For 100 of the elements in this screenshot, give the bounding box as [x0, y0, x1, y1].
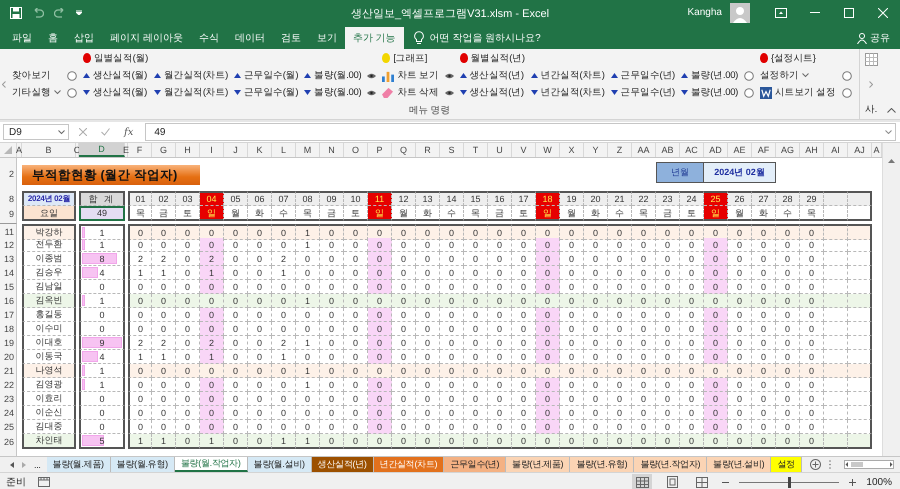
zoom-thumb[interactable] — [788, 476, 792, 488]
caret-icon[interactable] — [54, 90, 61, 95]
row-header[interactable] — [0, 221, 17, 224]
collapse-ribbon-icon[interactable] — [886, 108, 896, 113]
ribbon-button[interactable]: 월간실적(차트) — [164, 86, 228, 99]
row-header[interactable]: 21 — [0, 364, 17, 378]
column-header[interactable]: Q — [392, 143, 416, 157]
close-icon[interactable] — [878, 8, 888, 18]
ribbon-button[interactable]: 생산실적(년) — [470, 69, 524, 82]
maximize-icon[interactable] — [844, 8, 854, 18]
horizontal-scrollbar[interactable] — [844, 460, 894, 469]
ribbon-tab[interactable]: 검토 — [272, 27, 309, 49]
check-icon[interactable] — [101, 128, 110, 136]
ribbon-tab[interactable]: 추가 기능 — [344, 27, 404, 49]
ribbon-tab[interactable]: 삽입 — [66, 27, 102, 49]
column-header[interactable]: AG — [776, 143, 800, 157]
column-header[interactable]: AF — [752, 143, 776, 157]
column-header[interactable]: AD — [704, 143, 728, 157]
ribbon-display-icon[interactable] — [775, 8, 787, 18]
avatar-icon[interactable] — [730, 2, 750, 22]
row-header[interactable]: 26 — [0, 434, 17, 449]
save-icon[interactable] — [10, 6, 22, 18]
row-header[interactable]: 2 — [0, 162, 17, 185]
expand-icon[interactable] — [885, 130, 892, 134]
collapsed-group-label[interactable]: 사. — [864, 103, 878, 116]
lightbulb-icon[interactable] — [414, 31, 424, 45]
radio-icon[interactable] — [842, 70, 852, 80]
column-header[interactable]: AC — [680, 143, 704, 157]
column-header[interactable]: K — [248, 143, 272, 157]
row-header[interactable]: 16 — [0, 294, 17, 308]
eye-icon[interactable] — [444, 72, 454, 78]
eye-icon[interactable] — [444, 90, 454, 96]
sheet-tab[interactable]: 불량(년.작업자) — [634, 457, 708, 472]
column-header[interactable]: AA — [632, 143, 656, 157]
column-header[interactable]: V — [512, 143, 536, 157]
undo-icon[interactable] — [32, 8, 44, 18]
sheet-tab[interactable]: 불량(년.제품) — [506, 457, 570, 472]
ribbon-button[interactable]: 불량(월.00) — [314, 86, 362, 99]
ribbon-button[interactable]: 생산실적(년) — [470, 86, 524, 99]
column-header[interactable]: R — [416, 143, 440, 157]
caret-icon[interactable] — [58, 130, 65, 134]
sheet-tab[interactable]: 근무일수(년) — [444, 457, 506, 472]
insert-function-button[interactable]: fx — [124, 126, 134, 138]
row-header[interactable]: 13 — [0, 252, 17, 266]
ribbon-button[interactable]: 시트보기 설정 — [775, 86, 836, 99]
column-header[interactable]: I — [200, 143, 224, 157]
zoom-in-icon[interactable] — [849, 478, 856, 486]
row-header[interactable]: 17 — [0, 308, 17, 322]
column-header[interactable]: T — [464, 143, 488, 157]
column-header[interactable]: O — [344, 143, 368, 157]
ribbon-tab[interactable]: 데이터 — [226, 27, 273, 49]
column-header[interactable]: M — [296, 143, 320, 157]
person-icon[interactable] — [857, 32, 867, 44]
eye-icon[interactable] — [367, 72, 376, 78]
scroll-up-icon[interactable] — [888, 159, 895, 163]
ribbon-button[interactable]: 근무일수(월) — [244, 69, 298, 82]
previous-sheet-icon[interactable] — [10, 462, 14, 468]
column-header[interactable]: S — [440, 143, 464, 157]
ribbon-button[interactable]: 근무일수(월) — [244, 86, 298, 99]
column-header[interactable]: N — [320, 143, 344, 157]
sheet-tab[interactable]: 생산실적(년) — [312, 457, 374, 472]
ribbon-button[interactable]: 근무일수(년) — [620, 86, 675, 99]
column-header[interactable]: D — [79, 143, 125, 157]
sheet-tab[interactable]: 불량(월.작업자) — [174, 457, 248, 472]
grid-icon[interactable] — [864, 53, 878, 66]
row-header[interactable]: 19 — [0, 336, 17, 350]
ribbon-button[interactable]: 차트 보기 — [397, 69, 438, 82]
ribbon-button[interactable]: 불량(월.00) — [314, 69, 362, 82]
column-header[interactable]: X — [560, 143, 584, 157]
ribbon-button[interactable]: 생산실적(월) — [92, 69, 148, 82]
row-header[interactable]: 9 — [0, 206, 17, 221]
sheet-tab[interactable]: 설정 — [771, 457, 802, 472]
radio-icon[interactable] — [66, 70, 77, 80]
row-header[interactable]: 12 — [0, 238, 17, 252]
normal-view-icon[interactable] — [636, 476, 649, 488]
row-header[interactable]: 14 — [0, 266, 17, 280]
row-header[interactable]: 15 — [0, 280, 17, 294]
ribbon-button[interactable]: 차트 삭제 — [397, 86, 438, 99]
ribbon-tab[interactable]: 보기 — [308, 27, 345, 49]
column-header[interactable]: G — [152, 143, 176, 157]
column-header[interactable]: U — [488, 143, 512, 157]
sheet-tab[interactable]: 불량(월.제품) — [46, 457, 111, 472]
row-header[interactable]: 8 — [0, 191, 17, 206]
page-break-icon[interactable] — [696, 476, 708, 488]
row-header[interactable]: 18 — [0, 322, 17, 336]
vertical-scrollbar[interactable] — [882, 143, 900, 456]
chevron-left-icon[interactable] — [2, 81, 6, 88]
column-header[interactable]: AI — [824, 143, 848, 157]
column-header[interactable]: L — [272, 143, 296, 157]
sheet-tab[interactable]: 불량(년.유형) — [570, 457, 634, 472]
row-header[interactable]: 25 — [0, 420, 17, 434]
user-name[interactable]: Kangha — [688, 7, 722, 18]
radio-icon[interactable] — [842, 88, 852, 98]
page-layout-icon[interactable] — [666, 476, 678, 488]
more-sheets-button[interactable]: ... — [34, 460, 41, 470]
row-header[interactable]: 23 — [0, 392, 17, 406]
column-header[interactable]: Z — [608, 143, 632, 157]
ribbon-button[interactable]: 년간실적(차트) — [540, 69, 605, 82]
name-box[interactable]: D9 — [3, 124, 69, 140]
tell-me-field[interactable]: 어떤 작업을 원하시나요? — [430, 31, 541, 45]
